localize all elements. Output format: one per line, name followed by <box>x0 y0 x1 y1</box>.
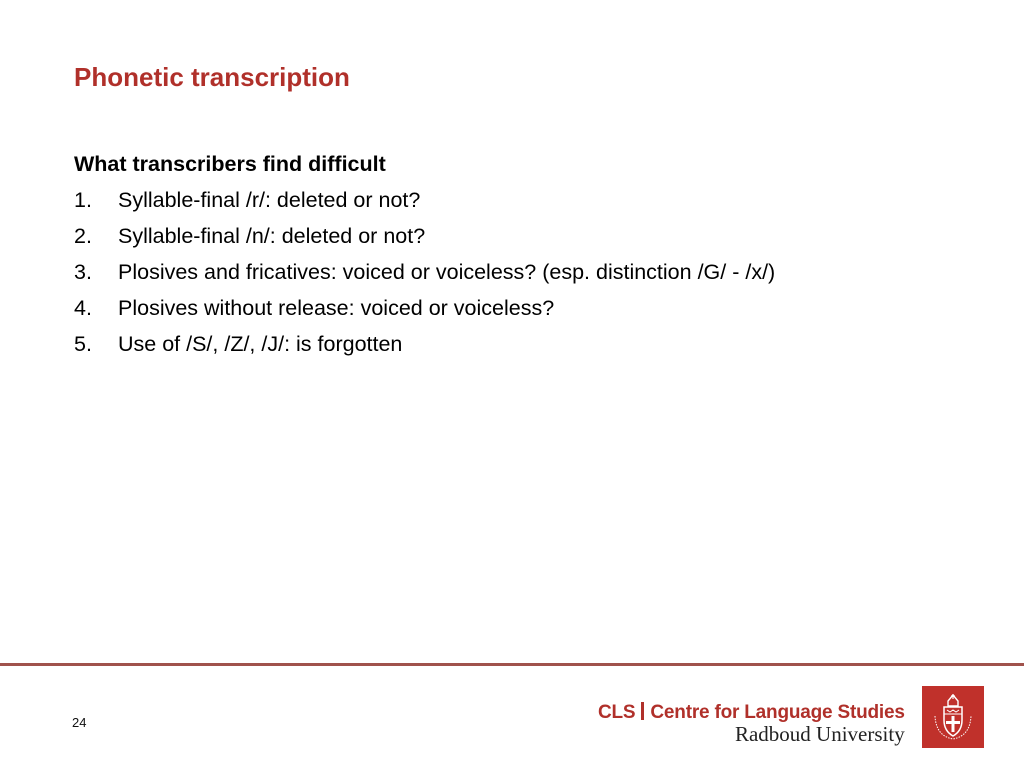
cls-full-name: Centre for Language Studies <box>650 702 905 723</box>
list-item-text: Syllable-final /r/: deleted or not? <box>118 188 421 212</box>
list-heading: What transcribers find difficult <box>74 152 386 176</box>
list-item-text: Plosives without release: voiced or voic… <box>118 296 555 320</box>
slide-title: Phonetic transcription <box>74 62 350 92</box>
page-number: 24 <box>72 715 87 730</box>
list-item: 5. Use of /S/, /Z/, /J/: is forgotten <box>74 326 775 362</box>
list-item-text: Plosives and fricatives: voiced or voice… <box>118 260 776 284</box>
list-item: 2. Syllable-final /n/: deleted or not? <box>74 218 775 254</box>
list-item: 4. Plosives without release: voiced or v… <box>74 290 775 326</box>
slide-body: What transcribers find difficult 1. Syll… <box>74 146 775 362</box>
university-name: Radboud University <box>734 722 905 746</box>
list-item-text: Use of /S/, /Z/, /J/: is forgotten <box>118 332 403 356</box>
cls-logo-text: CLS Centre for Language Studies Radboud U… <box>598 702 905 747</box>
list-item-number: 1. <box>74 188 92 212</box>
cls-separator <box>641 702 645 720</box>
footer-divider <box>0 663 1024 666</box>
cls-abbreviation: CLS <box>598 702 636 723</box>
list-item: 3. Plosives and fricatives: voiced or vo… <box>74 254 775 290</box>
radboud-crest-icon <box>922 686 984 748</box>
list-item-number: 2. <box>74 224 92 248</box>
list-item-text: Syllable-final /n/: deleted or not? <box>118 224 426 248</box>
cls-line: CLS Centre for Language Studies <box>598 702 905 724</box>
list-item: 1. Syllable-final /r/: deleted or not? <box>74 182 775 218</box>
list-item-number: 3. <box>74 260 92 284</box>
list-item-number: 4. <box>74 296 92 320</box>
list-item-number: 5. <box>74 332 92 356</box>
